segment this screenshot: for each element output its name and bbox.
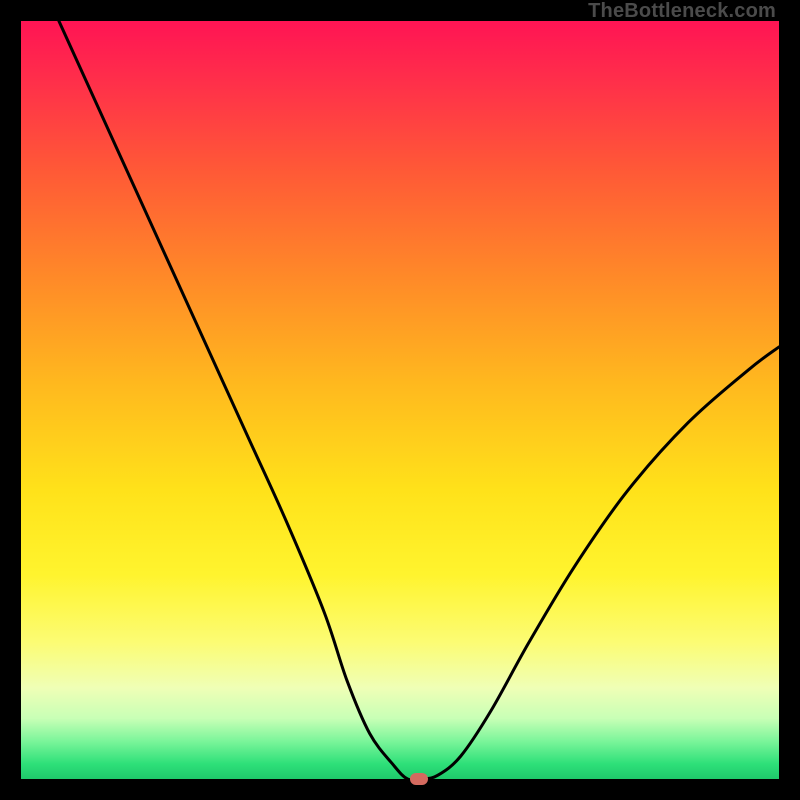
chart-marker bbox=[410, 773, 428, 785]
chart-frame: TheBottleneck.com bbox=[0, 0, 800, 800]
chart-line bbox=[21, 21, 779, 779]
watermark-text: TheBottleneck.com bbox=[588, 0, 776, 23]
